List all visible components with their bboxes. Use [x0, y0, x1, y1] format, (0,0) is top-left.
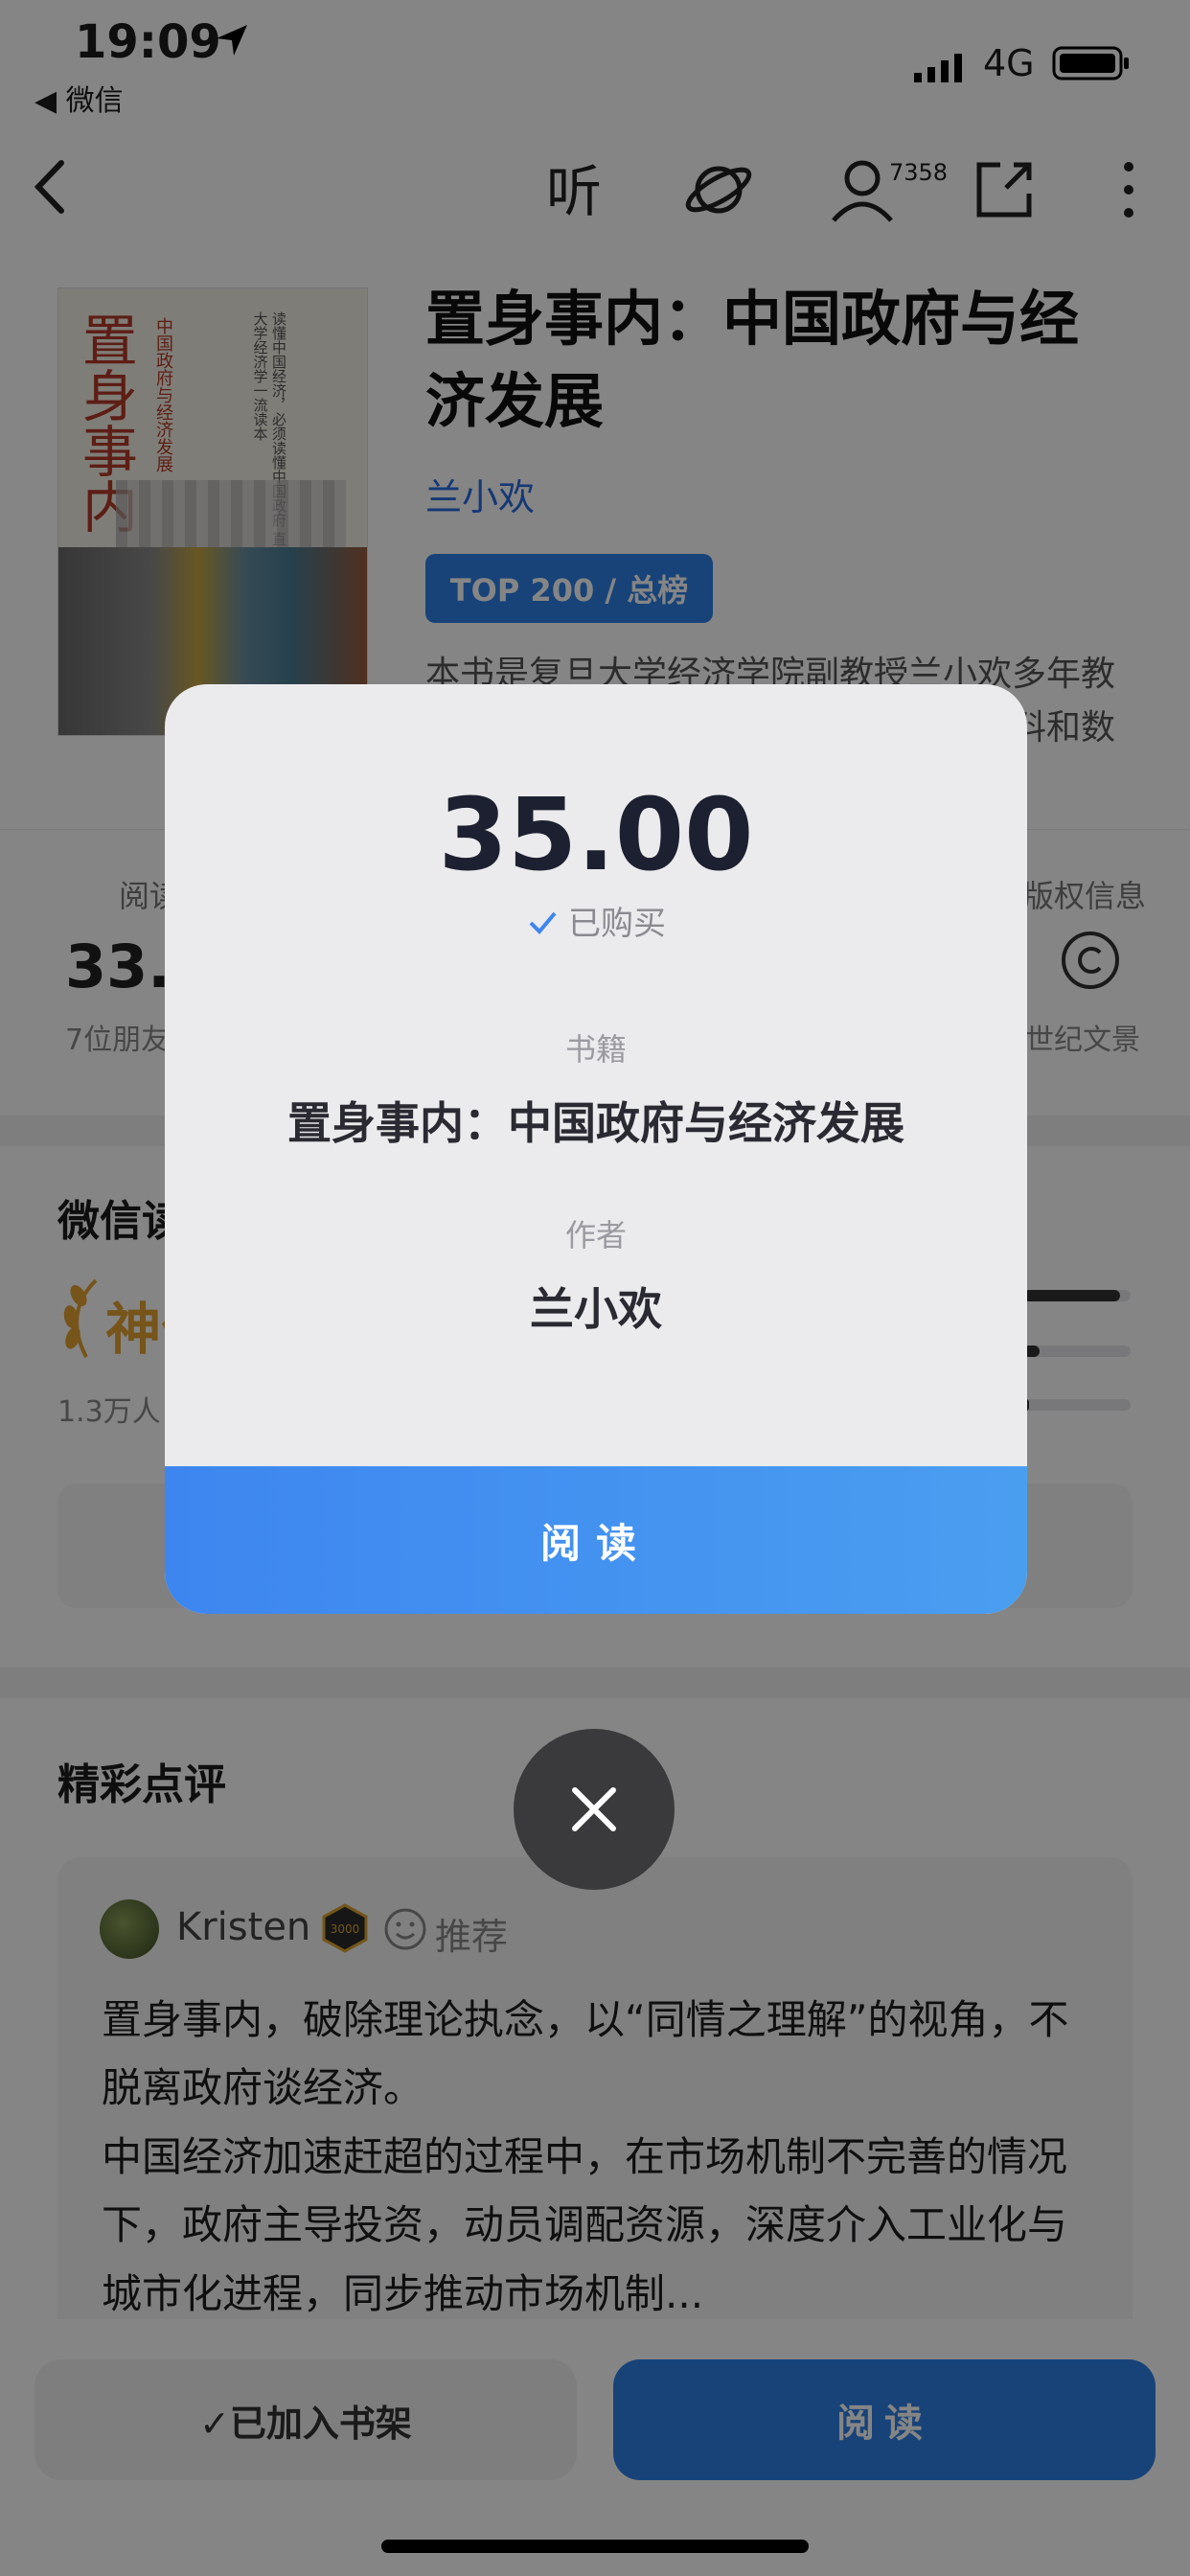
book-value: 置身事内：中国政府与经济发展	[287, 1097, 904, 1149]
dialog-read-button[interactable]: 阅读	[165, 1466, 1027, 1614]
price: 35.00	[438, 776, 754, 893]
author-value: 兰小欢	[530, 1283, 662, 1335]
purchased-status: 已购买	[165, 897, 1027, 944]
purchase-dialog: 35.00 已购买 书籍 置身事内：中国政府与经济发展 作者 兰小欢 阅读	[165, 684, 1027, 1614]
check-icon	[529, 911, 557, 934]
home-indicator[interactable]	[381, 2540, 809, 2553]
purchased-label: 已购买	[568, 905, 666, 943]
author-label: 作者	[564, 1217, 627, 1254]
book-label: 书籍	[564, 1031, 627, 1068]
close-icon	[572, 1787, 616, 1831]
close-button[interactable]	[514, 1729, 675, 1890]
